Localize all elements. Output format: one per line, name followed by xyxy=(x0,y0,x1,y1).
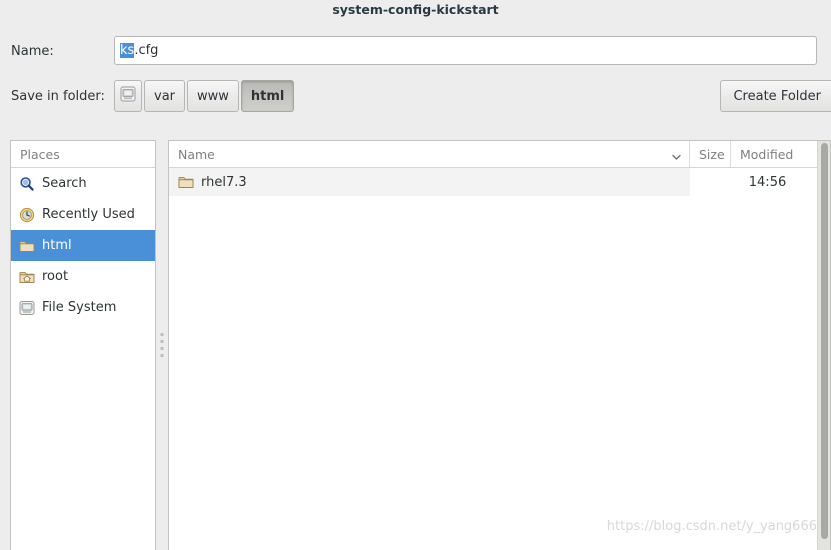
drive-icon xyxy=(19,300,35,316)
places-sidebar: Places Search Recently Used html root Fi… xyxy=(10,140,156,550)
grip-dots-icon xyxy=(160,333,164,357)
breadcrumb-item-www[interactable]: www xyxy=(187,80,239,112)
create-folder-button[interactable]: Create Folder xyxy=(720,80,831,112)
folder-icon xyxy=(178,174,194,190)
breadcrumb-item-html[interactable]: html xyxy=(240,80,295,112)
sidebar-item-file-system[interactable]: File System xyxy=(11,292,155,323)
name-row: Name: ks .cfg xyxy=(0,36,831,66)
places-header: Places xyxy=(11,141,155,168)
file-modified-cell: 14:56 xyxy=(731,168,830,196)
drive-icon xyxy=(120,86,136,106)
breadcrumb: var www html xyxy=(114,80,295,112)
file-list: Name Size Modified rhel7.3 14:56 xyxy=(168,140,831,550)
search-icon xyxy=(19,176,35,192)
column-header-name-label: Name xyxy=(178,146,215,162)
sidebar-item-search[interactable]: Search xyxy=(11,168,155,199)
home-folder-icon xyxy=(19,269,35,285)
save-in-folder-label: Save in folder: xyxy=(11,89,105,104)
column-header-modified[interactable]: Modified xyxy=(731,141,830,167)
sidebar-item-label: html xyxy=(42,238,72,253)
filename-rest-text: .cfg xyxy=(134,43,159,58)
scrollbar-thumb[interactable] xyxy=(821,143,828,539)
filename-input[interactable]: ks .cfg xyxy=(114,36,817,65)
sidebar-item-label: Recently Used xyxy=(42,207,135,222)
sidebar-item-recently-used[interactable]: Recently Used xyxy=(11,199,155,230)
file-size-cell xyxy=(690,168,731,196)
file-list-rows: rhel7.3 14:56 xyxy=(169,168,830,550)
column-header-size[interactable]: Size xyxy=(690,141,731,167)
table-row[interactable]: rhel7.3 14:56 xyxy=(169,168,830,196)
pane-resize-handle[interactable] xyxy=(156,140,168,550)
file-name-cell: rhel7.3 xyxy=(169,168,690,196)
column-header-name[interactable]: Name xyxy=(169,141,690,167)
chevron-down-icon xyxy=(672,150,681,160)
folder-icon xyxy=(19,238,35,254)
file-name-label: rhel7.3 xyxy=(201,174,247,190)
breadcrumb-item-var[interactable]: var xyxy=(144,80,186,112)
sidebar-item-label: File System xyxy=(42,300,117,315)
sidebar-item-html[interactable]: html xyxy=(11,230,155,261)
window-title: system-config-kickstart xyxy=(0,0,831,19)
sidebar-item-label: root xyxy=(42,269,69,284)
file-list-header: Name Size Modified xyxy=(169,141,830,168)
sidebar-item-root[interactable]: root xyxy=(11,261,155,292)
name-label: Name: xyxy=(11,43,54,59)
clock-icon xyxy=(19,207,35,223)
breadcrumb-item-root[interactable] xyxy=(114,80,142,112)
save-in-folder-row: Save in folder: var www html Create Fold… xyxy=(0,80,831,114)
file-list-scrollbar[interactable] xyxy=(817,141,830,550)
dialog-body: Places Search Recently Used html root Fi… xyxy=(10,140,831,550)
filename-selected-text: ks xyxy=(120,43,135,58)
file-save-dialog: system-config-kickstart Name: ks .cfg Sav… xyxy=(0,0,831,550)
sidebar-item-label: Search xyxy=(42,176,87,191)
